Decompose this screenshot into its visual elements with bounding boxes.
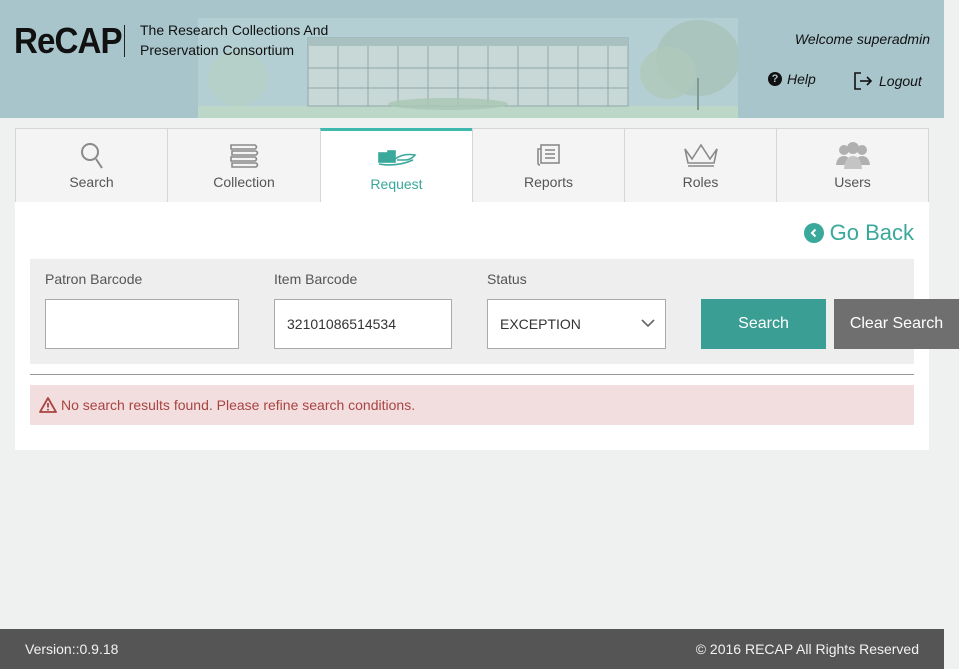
tagline: The Research Collections And Preservatio… [140, 20, 340, 60]
report-icon [536, 144, 560, 166]
patron-barcode-input[interactable] [45, 299, 239, 349]
copyright-text: © 2016 RECAP All Rights Reserved [695, 641, 919, 657]
chevron-left-icon [803, 223, 824, 243]
alert-message: No search results found. Please refine s… [61, 397, 416, 413]
status-selected-value: EXCEPTION [500, 316, 581, 332]
recap-logo: ReCAP [14, 20, 123, 61]
chevron-down-icon [641, 319, 655, 328]
item-barcode-input[interactable] [274, 299, 452, 349]
tagline-line-1: The Research Collections And [140, 22, 329, 38]
tab-reports[interactable]: Reports [472, 128, 624, 203]
version-text: Version::0.9.18 [25, 641, 119, 657]
tab-collection-label: Collection [213, 174, 275, 190]
crown-icon [683, 143, 718, 167]
tab-reports-label: Reports [523, 174, 574, 190]
books-icon [230, 144, 259, 168]
no-results-alert: No search results found. Please refine s… [30, 385, 914, 425]
welcome-message: Welcome superadmin [794, 31, 930, 47]
tab-roles[interactable]: Roles [624, 128, 776, 203]
status-label: Status [487, 271, 527, 287]
logout-link[interactable]: Logout [853, 71, 922, 91]
clear-search-button[interactable]: Clear Search [834, 299, 959, 349]
search-icon [80, 143, 103, 169]
warning-triangle-icon [39, 397, 57, 413]
tab-search-label: Search [69, 174, 114, 190]
logout-label: Logout [879, 73, 922, 89]
tab-users[interactable]: Users [776, 128, 929, 203]
item-barcode-label: Item Barcode [274, 271, 358, 287]
search-button[interactable]: Search [701, 299, 826, 349]
tab-roles-label: Roles [682, 174, 719, 190]
tab-request[interactable]: Request [320, 128, 472, 204]
divider [30, 374, 914, 375]
tab-users-label: Users [834, 174, 871, 190]
help-link[interactable]: ? Help [768, 71, 816, 87]
request-panel: Go Back Patron Barcode Item Barcode Stat… [15, 202, 959, 450]
logo-divider [124, 25, 125, 57]
users-icon [835, 142, 870, 169]
tab-request-label: Request [370, 176, 423, 192]
go-back-label: Go Back [829, 220, 914, 245]
logout-icon [854, 72, 873, 90]
hand-book-icon [377, 150, 416, 166]
tab-collection[interactable]: Collection [167, 128, 320, 203]
tab-search[interactable]: Search [15, 128, 167, 203]
site-header: ReCAP The Research Collections And Prese… [0, 0, 944, 118]
help-label: Help [787, 71, 816, 87]
site-footer: Version::0.9.18 © 2016 RECAP All Rights … [0, 629, 944, 669]
status-select[interactable]: EXCEPTION [487, 299, 666, 349]
go-back-link[interactable]: Go Back [803, 220, 914, 246]
patron-barcode-label: Patron Barcode [45, 271, 143, 287]
question-circle-icon: ? [768, 72, 782, 86]
main-nav-tabs: Search Collection Request Reports Roles … [15, 128, 929, 204]
tagline-line-2: Preservation Consortium [140, 42, 295, 58]
